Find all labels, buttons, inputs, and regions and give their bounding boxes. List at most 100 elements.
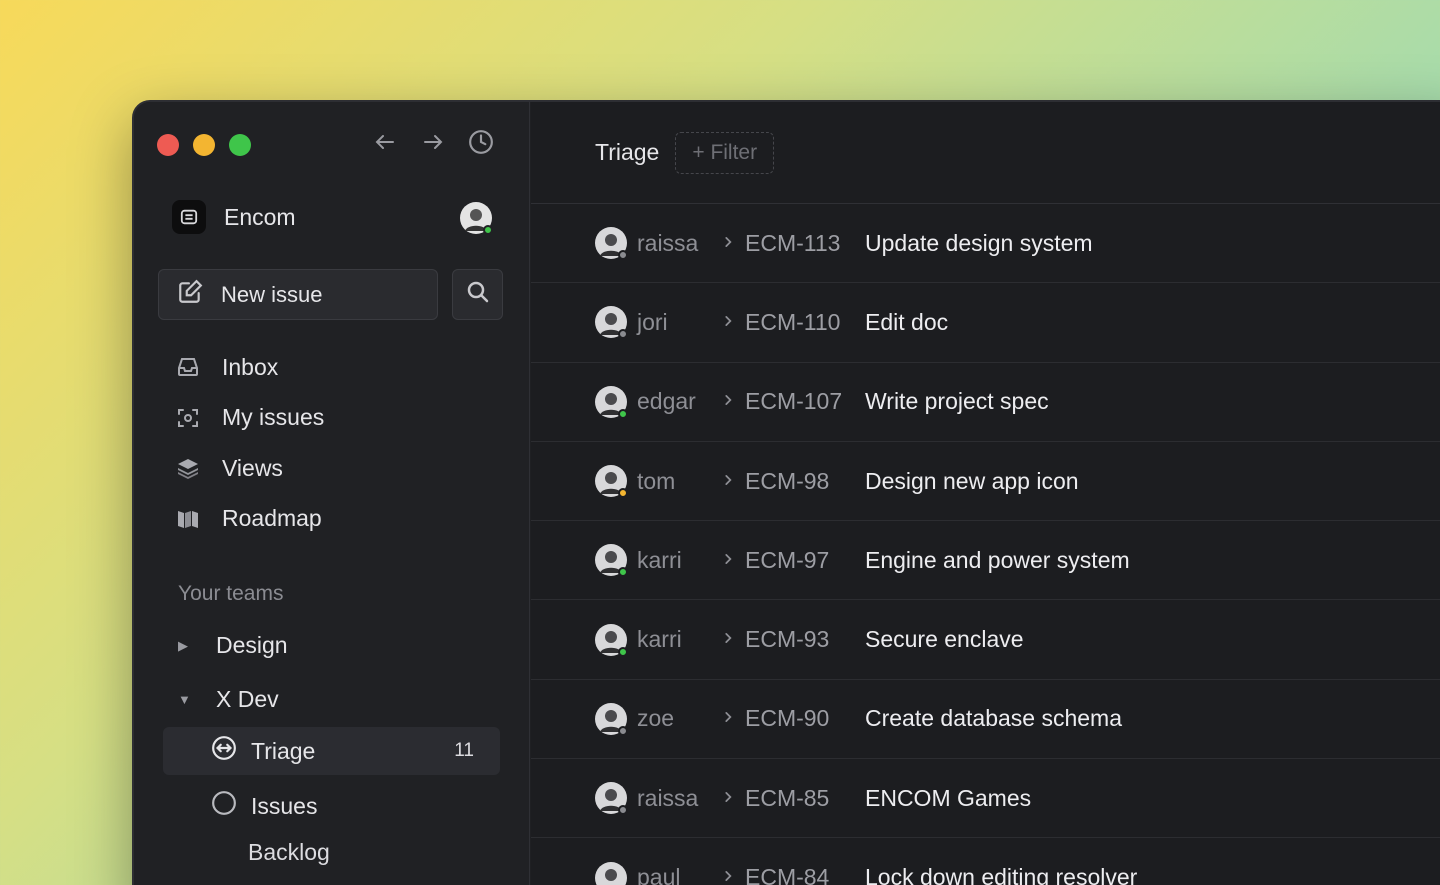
forward-arrow-icon[interactable]	[420, 129, 446, 155]
workspace-switcher[interactable]: Encom	[172, 200, 296, 234]
app-window: Encom New issue Inbox My issues Views Ro…	[132, 100, 1440, 885]
issue-row[interactable]: jori ECM-110 Edit doc	[531, 283, 1440, 363]
back-arrow-icon[interactable]	[372, 129, 398, 155]
new-issue-label: New issue	[221, 281, 323, 307]
sidebar-item-triage[interactable]: Triage 11	[163, 727, 500, 775]
assignee-name: jori	[637, 308, 668, 335]
assignee-avatar	[595, 306, 628, 340]
main-nav: Inbox My issues Views Roadmap	[174, 342, 324, 544]
issue-id: ECM-98	[745, 467, 830, 494]
assignee-avatar	[595, 385, 628, 419]
issue-row[interactable]: raissa ECM-85 ENCOM Games	[531, 759, 1440, 839]
issue-title: Update design system	[865, 229, 1093, 256]
nav-item-my-issues[interactable]: My issues	[174, 393, 324, 444]
filter-button[interactable]: + Filter	[675, 131, 775, 174]
views-icon	[174, 456, 202, 480]
search-icon	[466, 280, 490, 309]
triage-label: Triage	[251, 737, 316, 764]
chevron-right-icon	[721, 391, 745, 412]
nav-item-inbox[interactable]: Inbox	[174, 342, 324, 393]
nav-item-label: My issues	[222, 404, 325, 431]
presence-dot	[618, 646, 628, 657]
history-clock-icon[interactable]	[468, 129, 494, 155]
issue-id: ECM-90	[745, 705, 830, 732]
issues-circle-icon	[211, 790, 237, 822]
caret-right-icon: ▶	[178, 637, 188, 653]
issue-title: Engine and power system	[865, 546, 1130, 573]
nav-item-label: Views	[222, 454, 283, 481]
search-button[interactable]	[452, 269, 503, 320]
assignee-name: tom	[637, 467, 676, 494]
main-panel: Triage + Filter raissa ECM-113 Update de…	[531, 102, 1440, 885]
presence-dot	[618, 488, 628, 499]
issue-title: Create database schema	[865, 705, 1122, 732]
assignee-avatar	[595, 465, 628, 499]
new-issue-button[interactable]: New issue	[158, 269, 438, 320]
team-x-dev[interactable]: ▼ X Dev	[178, 686, 279, 713]
minimize-window-button[interactable]	[193, 134, 215, 156]
close-window-button[interactable]	[157, 134, 179, 156]
caret-down-icon: ▼	[178, 692, 191, 707]
issue-row[interactable]: paul ECM-84 Lock down editing resolver	[531, 838, 1440, 885]
issue-row[interactable]: zoe ECM-90 Create database schema	[531, 680, 1440, 760]
issues-label: Issues	[251, 792, 318, 819]
triage-icon	[211, 735, 237, 767]
assignee-name: zoe	[637, 705, 675, 732]
maximize-window-button[interactable]	[229, 134, 251, 156]
sidebar-item-issues[interactable]: Issues	[211, 790, 317, 822]
issue-list: raissa ECM-113 Update design system jori…	[531, 204, 1440, 885]
issue-row[interactable]: raissa ECM-113 Update design system	[531, 204, 1440, 284]
assignee-name: karri	[637, 546, 682, 573]
issue-title: Design new app icon	[865, 467, 1079, 494]
nav-item-label: Roadmap	[222, 505, 322, 532]
teams-section-label: Your teams	[178, 582, 284, 605]
assignee-avatar	[595, 861, 628, 885]
window-controls	[157, 134, 251, 156]
chevron-right-icon	[721, 629, 745, 650]
assignee-name: edgar	[637, 388, 696, 415]
page-title: Triage	[595, 139, 660, 165]
issue-title: Write project spec	[865, 388, 1049, 415]
team-name: X Dev	[216, 686, 279, 712]
issue-id: ECM-85	[745, 784, 830, 811]
issue-id: ECM-107	[745, 388, 843, 415]
inbox-icon	[174, 355, 202, 379]
issue-row[interactable]: edgar ECM-107 Write project spec	[531, 363, 1440, 442]
sidebar-item-backlog[interactable]: Backlog	[248, 839, 330, 866]
chevron-right-icon	[721, 708, 745, 729]
issue-title: Secure enclave	[865, 626, 1024, 653]
user-avatar[interactable]	[460, 202, 493, 235]
nav-item-views[interactable]: Views	[174, 443, 324, 494]
issue-id: ECM-84	[745, 864, 830, 885]
issue-title: ENCOM Games	[865, 784, 1032, 811]
assignee-avatar	[595, 702, 628, 736]
assignee-name: karri	[637, 626, 682, 653]
issue-row[interactable]: karri ECM-93 Secure enclave	[531, 600, 1440, 680]
nav-item-label: Inbox	[222, 353, 279, 380]
issue-id: ECM-93	[745, 626, 830, 653]
presence-dot	[618, 408, 628, 419]
issue-title: Lock down editing resolver	[865, 864, 1138, 885]
assignee-name: paul	[637, 864, 681, 885]
issue-row[interactable]: tom ECM-98 Design new app icon	[531, 442, 1440, 522]
workspace-name: Encom	[224, 203, 296, 230]
assignee-avatar	[595, 227, 628, 261]
chevron-right-icon	[721, 233, 745, 254]
issue-id: ECM-97	[745, 546, 830, 573]
assignee-name: raissa	[637, 784, 699, 811]
chevron-right-icon	[721, 471, 745, 492]
issue-title: Edit doc	[865, 308, 949, 335]
nav-item-roadmap[interactable]: Roadmap	[174, 494, 324, 545]
issue-id: ECM-113	[745, 229, 841, 256]
view-header: Triage + Filter	[531, 102, 1440, 204]
history-nav	[372, 129, 494, 155]
chevron-right-icon	[721, 550, 745, 571]
my-issues-icon	[174, 406, 202, 430]
sidebar: Encom New issue Inbox My issues Views Ro…	[134, 102, 530, 885]
chevron-right-icon	[721, 312, 745, 333]
assignee-name: raissa	[637, 229, 699, 256]
issue-row[interactable]: karri ECM-97 Engine and power system	[531, 521, 1440, 601]
workspace-logo-icon	[172, 200, 206, 234]
team-design[interactable]: ▶ Design	[178, 632, 288, 659]
assignee-avatar	[595, 623, 628, 657]
